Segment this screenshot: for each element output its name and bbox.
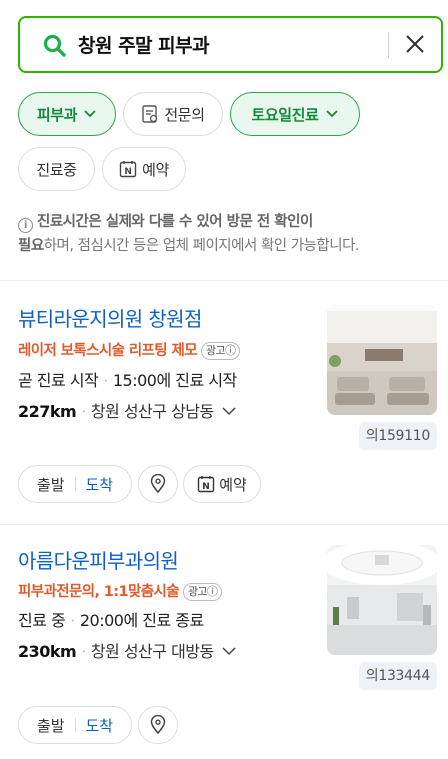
address: 창원 성산구 대방동 (90, 642, 214, 661)
hours-notice: i 진료시간은 실제와 다를 수 있어 방문 전 확인이 필요하며, 점심시간 등… (18, 214, 360, 254)
info-icon: i (18, 218, 33, 233)
clinic-photo[interactable] (327, 545, 437, 655)
reserve-button[interactable]: N 예약 (183, 465, 261, 503)
place-name[interactable]: 아름다운피부과의원 (18, 545, 179, 574)
map-pin-button[interactable] (138, 465, 178, 503)
chevron-down-icon[interactable] (222, 646, 236, 656)
chip-label: 진료중 (36, 160, 77, 179)
search-divider (388, 32, 389, 58)
filter-chip-reserve[interactable]: N 예약 (102, 147, 186, 191)
map-pin-icon (150, 474, 166, 494)
map-pin-button[interactable] (138, 706, 178, 744)
arrive-button[interactable]: 도착 (86, 715, 114, 736)
search-icon[interactable] (42, 33, 68, 59)
chevron-down-icon[interactable] (222, 406, 236, 416)
address-line[interactable]: 230km · 창원 성산구 대방동 (18, 638, 236, 662)
result-card[interactable]: 아름다운피부과의원 피부과전문의, 1:1맞춤시술 광고ⓘ 진료 중 · 20:00에… (0, 525, 448, 759)
place-name[interactable]: 뷰티라운지의원 창원점 (18, 303, 202, 332)
arrive-button[interactable]: 도착 (86, 474, 114, 495)
medical-code: 의159110 (358, 422, 437, 450)
chip-label: 예약 (142, 160, 169, 179)
naver-n-icon: N (119, 161, 137, 178)
search-bar[interactable]: 창원 주말 피부과 (18, 16, 443, 73)
distance: 227km (18, 402, 77, 421)
medical-code: 의133444 (358, 662, 437, 690)
clinic-photo[interactable] (327, 305, 437, 415)
depart-button[interactable]: 출발 (37, 474, 65, 495)
route-buttons[interactable]: 출발 도착 (18, 465, 132, 503)
open-status: 진료 중 · 20:00에 진료 종료 (18, 611, 204, 630)
chip-label: 토요일진료 (251, 105, 319, 124)
naver-n-icon: N (197, 476, 215, 493)
ad-text[interactable]: 레이저 보톡스시술 리프팅 제모 광고ⓘ (18, 339, 241, 360)
chip-label: 피부과 (36, 105, 78, 124)
chevron-down-icon (325, 110, 338, 118)
close-icon[interactable] (404, 33, 426, 55)
address-line[interactable]: 227km · 창원 성산구 상남동 (18, 398, 236, 422)
route-buttons[interactable]: 출발 도착 (18, 706, 132, 744)
filter-chip-dermatology[interactable]: 피부과 (18, 92, 116, 136)
ad-badge[interactable]: 광고ⓘ (200, 342, 241, 360)
filter-chip-specialist[interactable]: 전문의 (123, 92, 223, 136)
filter-chip-open-now[interactable]: 진료중 (18, 147, 95, 191)
result-card[interactable]: 뷰티라운지의원 창원점 레이저 보톡스시술 리프팅 제모 광고ⓘ 곧 진료 시작 ·… (0, 281, 448, 524)
svg-text:N: N (125, 167, 132, 177)
address: 창원 성산구 상남동 (90, 402, 214, 421)
ad-text[interactable]: 피부과전문의, 1:1맞춤시술 광고ⓘ (18, 580, 223, 601)
search-input[interactable]: 창원 주말 피부과 (78, 31, 210, 58)
reserve-label: 예약 (219, 475, 247, 494)
svg-text:N: N (202, 482, 210, 492)
map-pin-icon (150, 715, 166, 735)
chevron-down-icon (84, 110, 96, 118)
specialist-doc-icon (142, 105, 158, 123)
filter-chip-saturday[interactable]: 토요일진료 (230, 92, 360, 136)
distance: 230km (18, 642, 77, 661)
ad-badge[interactable]: 광고ⓘ (182, 583, 223, 601)
chip-label: 전문의 (164, 105, 205, 124)
open-status: 곧 진료 시작 · 15:00에 진료 시작 (18, 371, 237, 390)
depart-button[interactable]: 출발 (37, 715, 65, 736)
